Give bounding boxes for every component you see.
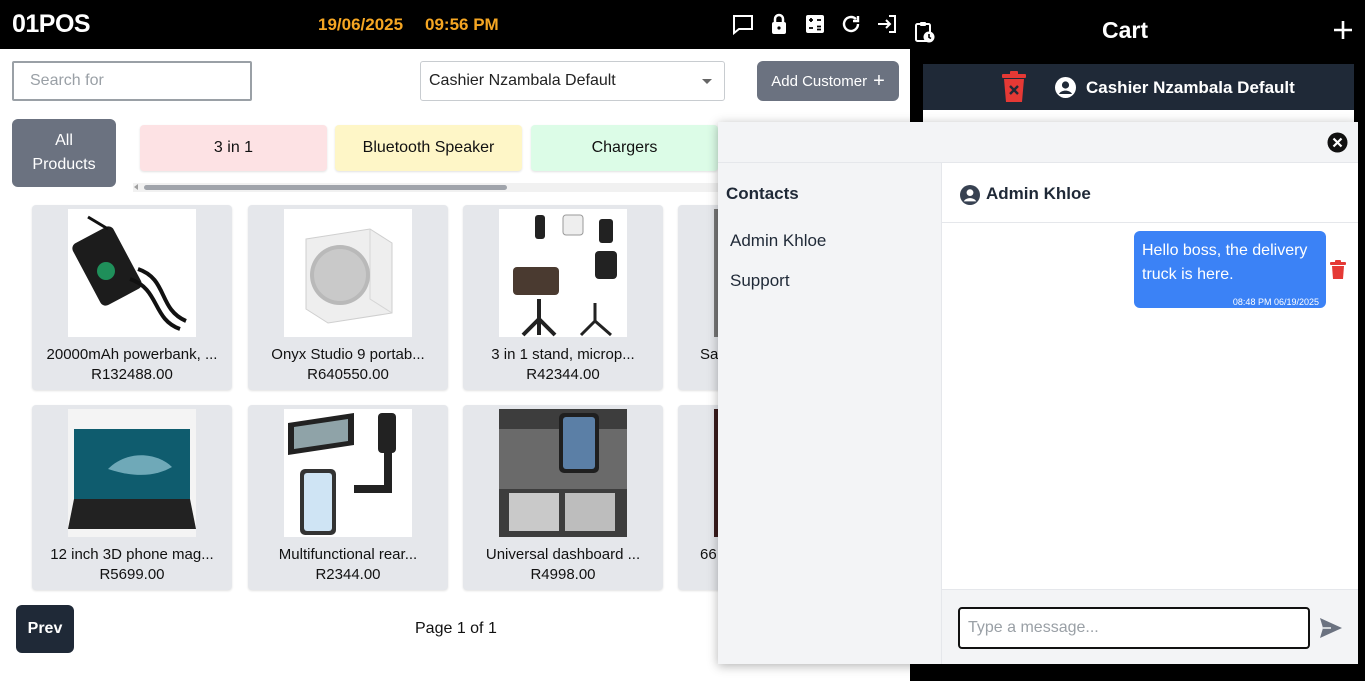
message-input[interactable]	[958, 607, 1310, 649]
contact-support[interactable]: Support	[730, 271, 790, 291]
product-name: 3 in 1 stand, microp...	[491, 346, 635, 363]
current-date: 19/06/2025	[318, 15, 404, 34]
logout-icon[interactable]	[875, 12, 899, 36]
category-scrollbar[interactable]	[133, 183, 718, 192]
product-name: Multifunctional rear...	[278, 546, 418, 563]
product-card[interactable]: 12 inch 3D phone mag... R5699.00	[32, 405, 232, 590]
product-name: 20000mAh powerbank, ...	[46, 346, 218, 363]
product-price: R42344.00	[526, 366, 600, 383]
app-logo: 01POS	[12, 10, 91, 38]
contact-admin-khloe[interactable]: Admin Khloe	[730, 231, 826, 251]
product-card[interactable]: 20000mAh powerbank, ... R132488.00	[32, 205, 232, 390]
product-card[interactable]: Onyx Studio 9 portab... R640550.00	[248, 205, 448, 390]
add-customer-button[interactable]: Add Customer +	[757, 61, 899, 101]
clear-cart-trash-icon[interactable]	[1001, 71, 1027, 103]
chat-modal-header	[718, 122, 1358, 163]
contacts-title: Contacts	[726, 184, 799, 203]
prev-page-button[interactable]: Prev	[16, 605, 74, 653]
refresh-icon[interactable]	[839, 12, 863, 36]
top-bar: 01POS 19/06/2025 09:56 PM	[0, 0, 1365, 49]
plus-icon: +	[873, 70, 885, 92]
conversation-header: Admin Khloe	[942, 163, 1358, 223]
product-card[interactable]: Multifunctional rear... R2344.00	[248, 405, 448, 590]
product-name: Universal dashboard ...	[485, 546, 641, 563]
all-products-button[interactable]: All Products	[12, 119, 116, 187]
product-price: R5699.00	[99, 566, 165, 583]
all-products-label-line1: All	[55, 132, 73, 149]
current-time: 09:56 PM	[425, 15, 499, 34]
message-bubble: Hello boss, the delivery truck is here. …	[1134, 231, 1326, 308]
message-text: Hello boss, the delivery truck is here.	[1142, 242, 1308, 283]
scroll-left-arrow-icon[interactable]	[134, 184, 138, 190]
page-info: Page 1 of 1	[415, 620, 497, 637]
user-circle-icon	[960, 185, 980, 205]
customer-select-value: Cashier Nzambala Default	[429, 72, 616, 89]
product-price: R640550.00	[307, 366, 389, 383]
send-icon[interactable]	[1319, 617, 1343, 639]
category-chargers[interactable]: Chargers	[531, 125, 718, 171]
product-card[interactable]: Universal dashboard ... R4998.00	[463, 405, 663, 590]
product-price: R132488.00	[91, 366, 173, 383]
product-name: 12 inch 3D phone mag...	[50, 546, 214, 563]
conversation-contact-name: Admin Khloe	[986, 184, 1091, 203]
pos-app: 01POS 19/06/2025 09:56 PM Cashier Nzamba…	[0, 0, 1365, 681]
add-cart-plus-icon[interactable]	[1332, 19, 1354, 41]
close-icon[interactable]	[1327, 132, 1348, 153]
product-image-speaker	[284, 209, 412, 337]
contacts-panel: Contacts Admin Khloe Support	[718, 163, 942, 664]
chevron-down-icon	[702, 79, 712, 84]
message-timestamp: 08:48 PM 06/19/2025	[1232, 297, 1319, 307]
calculator-icon[interactable]	[803, 12, 827, 36]
scrollbar-thumb[interactable]	[144, 185, 507, 190]
product-name: Onyx Studio 9 portab...	[271, 346, 425, 363]
add-customer-label: Add Customer	[771, 72, 868, 90]
user-circle-icon	[1055, 77, 1076, 98]
product-price: R4998.00	[530, 566, 596, 583]
customer-select[interactable]: Cashier Nzambala Default	[420, 61, 725, 101]
chat-icon[interactable]	[731, 12, 755, 36]
category-3-in-1[interactable]: 3 in 1	[140, 125, 327, 171]
cart-title: Cart	[1102, 17, 1149, 43]
product-price: R2344.00	[315, 566, 381, 583]
category-label: 3 in 1	[213, 139, 254, 156]
product-image-phone-magnifier	[68, 409, 196, 537]
all-products-label-line2: Products	[32, 156, 96, 173]
product-image-dashboard-mount	[499, 409, 627, 537]
product-image-rearview-holder	[284, 409, 412, 537]
product-image-stand-microphone	[499, 209, 627, 337]
product-image-powerbank	[68, 209, 196, 337]
category-bluetooth-speaker[interactable]: Bluetooth Speaker	[335, 125, 522, 171]
product-card[interactable]: 3 in 1 stand, microp... R42344.00	[463, 205, 663, 390]
search-input[interactable]	[12, 61, 252, 101]
category-label: Bluetooth Speaker	[362, 139, 495, 156]
message-composer	[942, 589, 1358, 664]
cart-customer-name: Cashier Nzambala Default	[1086, 78, 1295, 97]
category-label: Chargers	[591, 139, 658, 156]
delete-message-trash-icon[interactable]	[1330, 260, 1346, 280]
clipboard-clock-icon[interactable]	[912, 20, 936, 44]
lock-icon[interactable]	[767, 12, 791, 36]
chat-modal: Contacts Admin Khloe Support Admin Khloe…	[718, 122, 1358, 664]
